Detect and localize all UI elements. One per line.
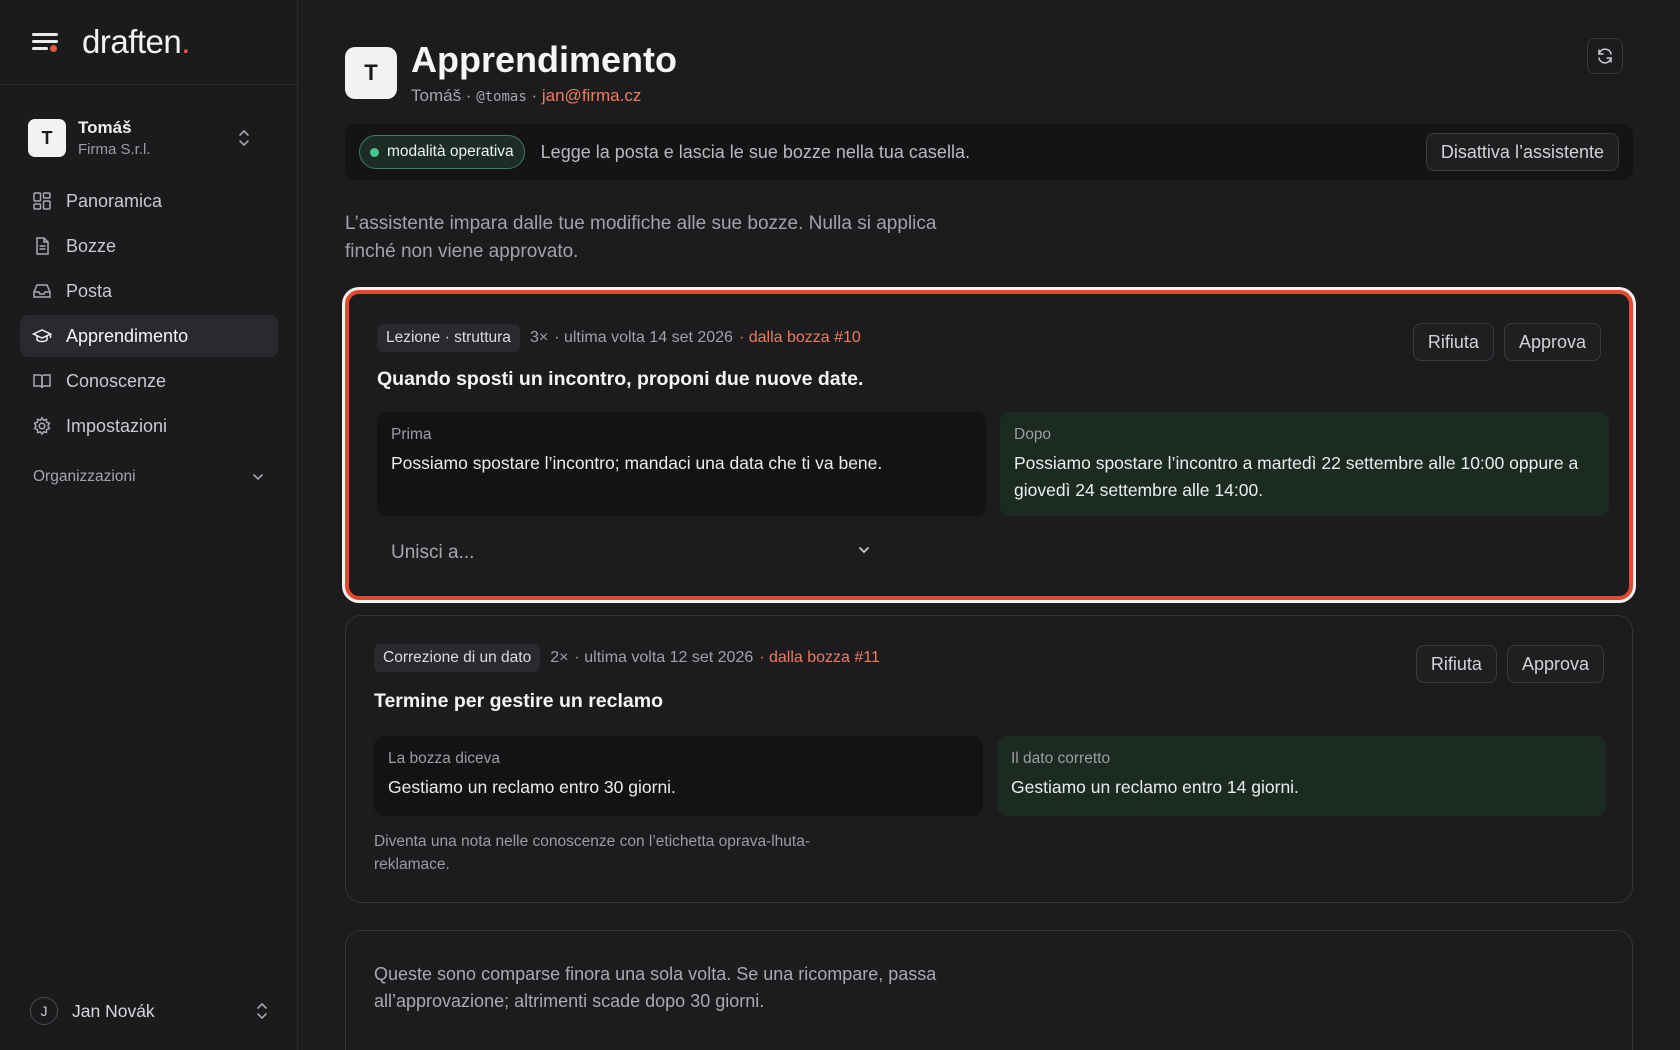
page-subtitle: Tomáš · @tomas · jan@firma.cz bbox=[411, 86, 677, 106]
gear-icon bbox=[33, 416, 51, 436]
status-dot bbox=[370, 147, 379, 157]
lesson-card: Lezione · struttura 3× · ultima volta 14… bbox=[345, 290, 1633, 600]
user-name: Jan Novák bbox=[72, 1000, 155, 1021]
before-text: Gestiamo un reclamo entro 30 giorni. bbox=[388, 777, 676, 797]
sidebar-item-impostazioni[interactable]: Impostazioni bbox=[20, 405, 278, 447]
sidebar-item-label: Apprendimento bbox=[66, 325, 189, 346]
graduation-cap-icon bbox=[32, 329, 52, 343]
chevron-down-icon bbox=[253, 474, 263, 481]
sidebar-item-posta[interactable]: Posta bbox=[20, 270, 278, 312]
sidebar-item-label: Conoscenze bbox=[66, 370, 167, 391]
subtitle-email-link[interactable]: jan@firma.cz bbox=[542, 86, 641, 105]
after-box: Il dato corretto Gestiamo un reclamo ent… bbox=[997, 736, 1606, 816]
status-text: Legge la posta e lascia le sue bozze nel… bbox=[540, 141, 970, 162]
chevron-updown-icon bbox=[239, 130, 249, 146]
pending-card: Queste sono comparse finora una sola vol… bbox=[345, 930, 1633, 1050]
sidebar-item-bozze[interactable]: Bozze bbox=[20, 225, 278, 267]
comparison: Prima Possiamo spostare l’incontro; mand… bbox=[377, 412, 1609, 516]
lesson-title: Quando sposti un incontro, proponi due n… bbox=[377, 368, 864, 390]
after-label: Dopo bbox=[1014, 426, 1052, 443]
lesson-type-tag: Lezione · struttura bbox=[377, 324, 520, 352]
correction-meta: Correzione di un dato 2× · ultima volta … bbox=[374, 644, 880, 672]
approve-button[interactable]: Approva bbox=[1503, 323, 1601, 361]
refresh-button[interactable] bbox=[1587, 38, 1623, 74]
subtitle-handle: @tomas bbox=[476, 89, 527, 105]
comparison: La bozza diceva Gestiamo un reclamo entr… bbox=[374, 736, 1606, 816]
before-text: Possiamo spostare l’incontro; mandaci un… bbox=[391, 453, 883, 473]
refresh-icon bbox=[1598, 48, 1612, 64]
brand-header: draften. bbox=[0, 0, 297, 85]
account-avatar: T bbox=[28, 119, 66, 157]
occurrence-count: 3× bbox=[529, 329, 549, 346]
sidebar-item-apprendimento[interactable]: Apprendimento bbox=[20, 315, 278, 357]
after-label: Il dato corretto bbox=[1011, 750, 1111, 767]
account-switcher[interactable]: T Tomáš Firma S.r.l. bbox=[20, 112, 278, 164]
intro-text: L’assistente impara dalle tue modifiche … bbox=[345, 213, 937, 262]
reject-button[interactable]: Rifiuta bbox=[1412, 323, 1494, 361]
inbox-icon bbox=[33, 284, 51, 298]
after-text: Gestiamo un reclamo entro 14 giorni. bbox=[1011, 777, 1299, 797]
occurrence-count: 2× bbox=[550, 649, 569, 666]
chevron-updown-icon bbox=[257, 1003, 267, 1019]
chevron-down-icon bbox=[859, 547, 869, 554]
after-text: Possiamo spostare l’incontro a martedì 2… bbox=[1014, 453, 1579, 500]
account-name: Tomáš bbox=[78, 118, 132, 137]
before-label: Prima bbox=[391, 426, 432, 443]
lesson-type-tag: Correzione di un dato bbox=[374, 644, 541, 672]
sidebar-item-conoscenze[interactable]: Conoscenze bbox=[20, 360, 278, 402]
correction-card: Correzione di un dato 2× · ultima volta … bbox=[345, 615, 1633, 903]
correction-title: Termine per gestire un reclamo bbox=[374, 690, 663, 712]
user-avatar: J bbox=[30, 997, 58, 1025]
deactivate-assistant-button[interactable]: Disattiva l’assistente bbox=[1425, 133, 1619, 171]
subtitle-separator: · bbox=[526, 86, 542, 105]
dashboard-icon bbox=[33, 192, 51, 210]
book-icon bbox=[33, 374, 51, 389]
page-header: T Apprendimento Tomáš · @tomas · jan@fir… bbox=[345, 40, 677, 106]
organizations-label: Organizzazioni bbox=[33, 468, 136, 485]
brand-logo[interactable]: draften. bbox=[82, 23, 190, 61]
lesson-meta: Lezione · struttura 3× · ultima volta 14… bbox=[377, 324, 861, 352]
before-box: La bozza diceva Gestiamo un reclamo entr… bbox=[374, 736, 983, 816]
pending-intro-text: Queste sono comparse finora una sola vol… bbox=[374, 964, 937, 1011]
before-box: Prima Possiamo spostare l’incontro; mand… bbox=[377, 412, 986, 516]
sidebar-item-label: Panoramica bbox=[66, 190, 163, 211]
sidebar-item-panoramica[interactable]: Panoramica bbox=[20, 180, 278, 222]
main-content: T Apprendimento Tomáš · @tomas · jan@fir… bbox=[345, 0, 1635, 1050]
source-draft-link[interactable]: · dalla bozza #11 bbox=[759, 649, 880, 667]
user-menu[interactable]: J Jan Novák bbox=[30, 994, 270, 1028]
page-avatar: T bbox=[345, 47, 397, 99]
sidebar: draften. T Tomáš Firma S.r.l. Panoramica… bbox=[0, 0, 298, 1050]
subtitle-name: Tomáš bbox=[411, 86, 462, 105]
last-seen: · ultima volta 12 set 2026 bbox=[574, 649, 754, 666]
last-seen: · ultima volta 14 set 2026 bbox=[554, 329, 733, 346]
status-badge: modalità operativa bbox=[359, 135, 525, 169]
organizations-toggle[interactable]: Organizzazioni bbox=[33, 468, 265, 486]
after-box: Dopo Possiamo spostare l’incontro a mart… bbox=[1000, 412, 1609, 516]
before-label: La bozza diceva bbox=[388, 750, 501, 767]
account-org: Firma S.r.l. bbox=[78, 141, 151, 158]
sidebar-item-label: Bozze bbox=[66, 235, 117, 256]
correction-note: Diventa una nota nelle conoscenze con l’… bbox=[374, 833, 810, 873]
assistant-status-bar: modalità operativa Legge la posta e lasc… bbox=[345, 124, 1633, 180]
merge-select-placeholder: Unisci a... bbox=[391, 542, 475, 563]
sidebar-item-label: Impostazioni bbox=[66, 415, 168, 436]
merge-select[interactable]: Unisci a... bbox=[377, 532, 883, 574]
menu-icon[interactable] bbox=[32, 31, 60, 53]
document-icon bbox=[36, 237, 49, 255]
page-title: Apprendimento bbox=[411, 39, 677, 80]
status-badge-label: modalità operativa bbox=[387, 143, 514, 160]
sidebar-nav: Panoramica Bozze Posta Apprendimento Con… bbox=[20, 180, 278, 450]
approve-button[interactable]: Approva bbox=[1506, 645, 1604, 683]
source-draft-link[interactable]: · dalla bozza #10 bbox=[739, 329, 861, 347]
subtitle-separator: · bbox=[461, 86, 477, 105]
reject-button[interactable]: Rifiuta bbox=[1415, 645, 1497, 683]
sidebar-item-label: Posta bbox=[66, 280, 113, 301]
